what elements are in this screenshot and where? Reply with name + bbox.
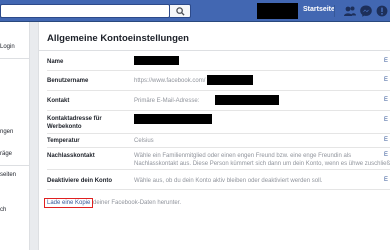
username-url: https://www.facebook.com/ xyxy=(134,78,206,84)
search-input[interactable] xyxy=(0,4,170,18)
settings-row-username[interactable]: Benutzername https://www.facebook.com/ E xyxy=(47,71,390,91)
search-button[interactable] xyxy=(170,4,191,18)
messages-icon[interactable] xyxy=(359,4,373,18)
edit-link[interactable]: E xyxy=(384,137,388,143)
settings-row-legacy-contact[interactable]: Nachlasskontakt Wähle ein Familienmitgli… xyxy=(47,148,390,170)
general-account-settings-panel: Allgemeine Kontoeinstellungen Name E Ben… xyxy=(38,22,390,250)
row-label: Nachlasskontakt xyxy=(47,153,95,159)
settings-sidebar: Login ngen räge seiten ch xyxy=(0,22,30,250)
legacy-contact-desc-line1: Wähle ein Familienmitglied oder einen en… xyxy=(134,153,352,159)
page-title: Allgemeine Kontoeinstellungen xyxy=(47,33,189,44)
edit-link[interactable]: E xyxy=(384,117,388,123)
top-navigation-bar: Startseite xyxy=(0,0,390,22)
edit-link[interactable]: E xyxy=(384,77,388,83)
temperature-value: Celsius xyxy=(134,138,154,144)
edit-link[interactable]: E xyxy=(384,58,388,64)
email-redacted xyxy=(215,95,279,105)
row-label: Kontakt xyxy=(47,98,70,104)
sidebar-item-notifications[interactable]: ngen xyxy=(0,129,13,135)
row-label: Name xyxy=(47,59,64,65)
contact-email-label: Primäre E-Mail-Adresse: xyxy=(134,98,200,104)
sidebar-item-pages[interactable]: seiten xyxy=(0,172,16,178)
edit-link[interactable]: E xyxy=(384,97,388,103)
friends-icon[interactable] xyxy=(343,4,357,18)
search-icon xyxy=(176,7,185,16)
download-description: deiner Facebook-Daten herunter. xyxy=(93,200,182,206)
settings-row-deactivate[interactable]: Deaktiviere dein Konto Wähle aus, ob du … xyxy=(47,170,390,190)
username-redacted xyxy=(207,75,253,85)
edit-link[interactable]: E xyxy=(384,152,388,158)
nav-divider xyxy=(334,5,335,17)
sidebar-divider xyxy=(0,58,29,59)
settings-row-name[interactable]: Name E xyxy=(47,51,390,71)
row-label: Deaktiviere dein Konto xyxy=(47,178,113,184)
row-label: Benutzername xyxy=(47,78,89,84)
download-copy-link[interactable]: Lade eine Kopie xyxy=(44,198,94,208)
notifications-icon[interactable] xyxy=(375,4,389,18)
deactivate-desc: Wähle aus, ob du dein Konto aktiv bleibe… xyxy=(134,178,323,184)
sidebar-item-posts[interactable]: räge xyxy=(0,151,12,157)
ad-contact-redacted xyxy=(134,114,212,124)
name-redacted xyxy=(134,56,179,65)
settings-row-ad-contact[interactable]: Kontaktadresse für Werbekonto E xyxy=(47,111,390,134)
row-label: Temperatur xyxy=(47,138,80,144)
home-link[interactable]: Startseite xyxy=(303,6,335,13)
sidebar-divider xyxy=(0,165,29,166)
legacy-contact-desc-line2: Nachlasskontakt aus. Diese Person kümmer… xyxy=(134,161,390,167)
sidebar-item-login[interactable]: Login xyxy=(0,44,15,50)
edit-link[interactable]: E xyxy=(384,177,388,183)
sidebar-item-search[interactable]: ch xyxy=(0,207,6,213)
row-label: Kontaktadresse für Werbekonto xyxy=(47,116,102,130)
settings-row-temperature[interactable]: Temperatur Celsius E xyxy=(47,134,390,148)
settings-row-contact[interactable]: Kontakt Primäre E-Mail-Adresse: E xyxy=(47,91,390,111)
profile-name-redacted[interactable] xyxy=(257,3,298,19)
